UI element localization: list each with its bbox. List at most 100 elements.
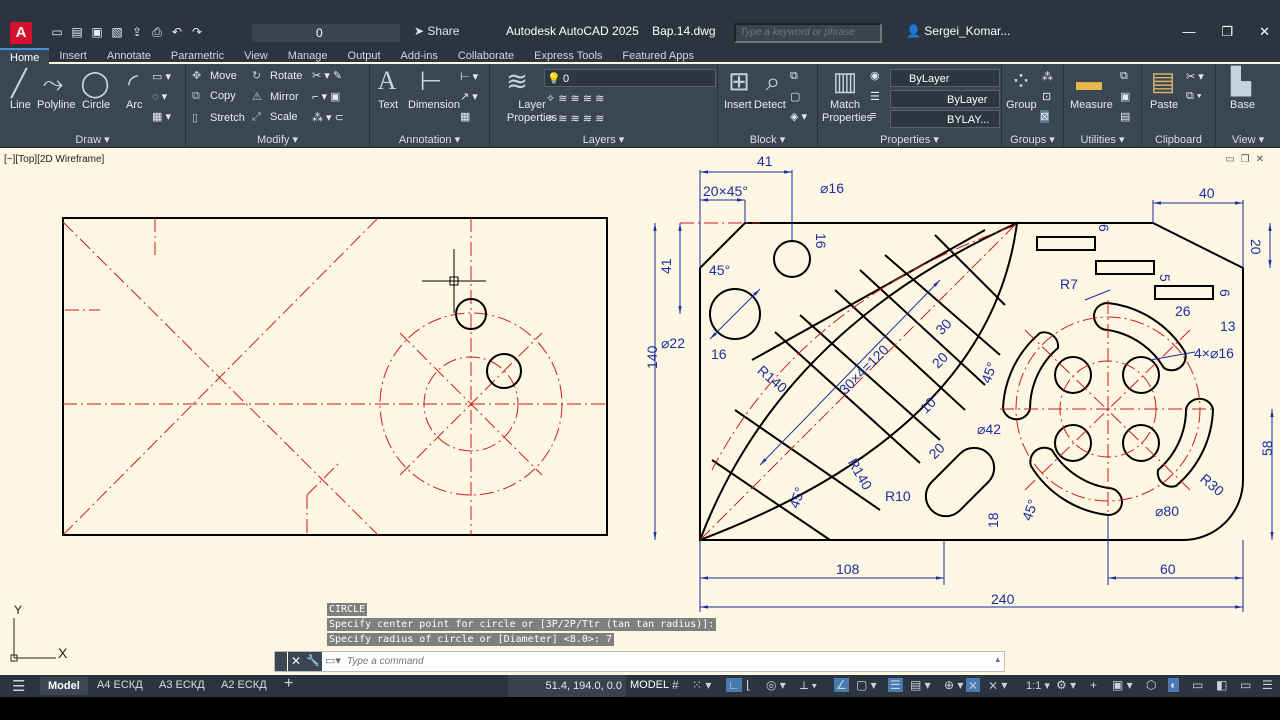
measure-button[interactable]: Measure bbox=[1070, 99, 1113, 111]
array-icon[interactable]: ⁂ ▾ ⊂ bbox=[312, 111, 344, 124]
customize-icon[interactable]: 🔧 bbox=[304, 652, 322, 671]
copy-clip-icon[interactable]: ⧉ ▾ bbox=[1186, 90, 1202, 103]
tab-add-ins[interactable]: Add-ins bbox=[391, 48, 448, 64]
quick-properties-icon[interactable]: ⬡ bbox=[1146, 678, 1156, 692]
arc-icon[interactable]: ◜ bbox=[118, 68, 148, 98]
utility-more-icon[interactable]: ▤ bbox=[1120, 110, 1130, 123]
linetype-icon[interactable]: ☰ bbox=[870, 90, 880, 103]
scale-button[interactable]: ⤢ Scale bbox=[252, 111, 298, 124]
measure-icon[interactable]: ▬ bbox=[1074, 66, 1104, 96]
dimension-button[interactable]: Dimension bbox=[408, 99, 460, 111]
block-panel-title[interactable]: Block ▾ bbox=[718, 133, 817, 146]
color-wheel-icon[interactable]: ◉ bbox=[870, 69, 880, 82]
recent-commands-icon[interactable]: ▭▾ bbox=[325, 654, 341, 667]
line-button[interactable]: Line bbox=[10, 99, 31, 111]
tab-featured-apps[interactable]: Featured Apps bbox=[612, 48, 704, 64]
layout-tab-a4[interactable]: А4 ЕСКД bbox=[97, 679, 143, 691]
clean-screen-icon[interactable]: ▭ bbox=[1240, 678, 1251, 692]
print-icon[interactable]: ⎙ bbox=[150, 25, 164, 39]
undo-icon[interactable]: ↶ bbox=[170, 25, 184, 39]
quick-calc-icon[interactable]: ⧉ bbox=[1120, 70, 1128, 83]
tab-manage[interactable]: Manage bbox=[278, 48, 338, 64]
save-as-icon[interactable]: ▧ bbox=[110, 25, 124, 39]
circle-button[interactable]: Circle bbox=[82, 99, 110, 111]
polyline-button[interactable]: Polyline bbox=[37, 99, 76, 111]
command-bar-grip-icon[interactable] bbox=[275, 652, 287, 671]
lineweight-icon[interactable]: ≡ bbox=[870, 110, 876, 122]
application-menu-button[interactable]: A bbox=[10, 22, 32, 44]
tab-insert[interactable]: Insert bbox=[49, 48, 97, 64]
transparency-icon[interactable]: ▤ ▾ bbox=[910, 678, 931, 692]
insert-block-icon[interactable]: ⊞ bbox=[724, 66, 754, 96]
layer-quick-dropdown[interactable]: 0 bbox=[252, 24, 400, 42]
isodraft-icon[interactable]: ⟂ ▾ bbox=[800, 678, 817, 693]
expand-history-icon[interactable]: ▴ bbox=[995, 654, 1000, 665]
grid-icon[interactable]: # bbox=[672, 678, 679, 692]
help-search-input[interactable] bbox=[734, 23, 882, 43]
osnap-icon[interactable]: ▢ ▾ bbox=[856, 678, 877, 692]
stretch-button[interactable]: ▯ Stretch bbox=[192, 111, 245, 124]
tab-express-tools[interactable]: Express Tools bbox=[524, 48, 612, 64]
group-edit-icon[interactable]: ⊡ bbox=[1042, 90, 1051, 103]
group-button[interactable]: Group bbox=[1006, 99, 1037, 111]
hardware-acceleration-icon[interactable]: ◧ bbox=[1216, 678, 1227, 692]
customization-icon[interactable]: ☰ bbox=[1262, 678, 1273, 692]
circle-icon[interactable]: ◯ bbox=[80, 68, 110, 98]
gradient-icon[interactable]: ▦ ▾ bbox=[152, 110, 171, 123]
minimize-icon[interactable]: — bbox=[1182, 24, 1195, 40]
leader-icon[interactable]: ↗ ▾ bbox=[460, 90, 478, 103]
annotation-visibility-icon[interactable]: ⨯ bbox=[966, 678, 981, 692]
linetype-dropdown[interactable]: ByLayer bbox=[890, 90, 1000, 108]
detect-button[interactable]: Detect bbox=[754, 99, 786, 111]
new-icon[interactable]: ▭ bbox=[50, 25, 64, 39]
redo-icon[interactable]: ↷ bbox=[190, 25, 204, 39]
add-layout-icon[interactable]: + bbox=[284, 675, 293, 693]
modify-panel-title[interactable]: Modify ▾ bbox=[186, 133, 369, 146]
model-space-toggle[interactable]: MODEL bbox=[630, 679, 669, 691]
text-button[interactable]: Text bbox=[378, 99, 398, 111]
utilities-panel-title[interactable]: Utilities ▾ bbox=[1064, 133, 1141, 146]
infer-icon[interactable]: ⌊ bbox=[746, 678, 751, 692]
polar-icon[interactable]: ◎ ▾ bbox=[766, 678, 786, 692]
command-input[interactable] bbox=[347, 653, 967, 670]
color-dropdown[interactable]: ByLayer bbox=[890, 69, 1000, 87]
tab-home[interactable]: Home bbox=[0, 48, 50, 64]
close-command-icon[interactable]: ✕ bbox=[288, 652, 304, 671]
hatch-icon[interactable]: ◌ ▾ bbox=[152, 90, 167, 103]
layout-tab-model[interactable]: Model bbox=[40, 677, 88, 695]
snap-icon[interactable]: ⁙ ▾ bbox=[692, 678, 711, 692]
workspace-gear-icon[interactable]: ⚙ ▾ bbox=[1056, 678, 1076, 692]
fillet-icon[interactable]: ⌐ ▾ ▣ bbox=[312, 90, 340, 103]
layers-panel-title[interactable]: Layers ▾ bbox=[490, 133, 717, 146]
lock-ui-icon[interactable]: ◐ bbox=[1168, 678, 1180, 692]
share-button[interactable]: ➤ Share bbox=[414, 24, 459, 38]
auto-scale-icon[interactable]: ⨯ ▾ bbox=[988, 678, 1007, 692]
id-point-icon[interactable]: ▣ bbox=[1120, 90, 1130, 103]
drawing-canvas[interactable]: 41 20×45° ⌀16 16 40 20 6 6 5 26 13 4×⌀16… bbox=[0, 148, 1280, 675]
linear-dim-icon[interactable]: ⊢ ▾ bbox=[460, 70, 478, 83]
lineweight-dropdown[interactable]: BYLAY... bbox=[890, 110, 1000, 128]
polyline-icon[interactable]: ⤳ bbox=[38, 68, 68, 98]
paste-button[interactable]: Paste bbox=[1150, 99, 1178, 111]
hamburger-menu-icon[interactable]: ☰ bbox=[12, 677, 25, 695]
layer-dropdown[interactable]: 💡 0 bbox=[544, 69, 716, 87]
insert-button[interactable]: Insert bbox=[724, 99, 752, 111]
layout-tab-a2[interactable]: А2 ЕСКД bbox=[221, 679, 267, 691]
move-button[interactable]: ✥ Move bbox=[192, 69, 237, 82]
base-view-icon[interactable]: ▙ bbox=[1226, 66, 1256, 96]
user-account[interactable]: 👤 Sergei_Komar... bbox=[906, 24, 1010, 38]
layer-tools-row-2[interactable]: ✧ ≋ ≋ ≋ ≋ bbox=[546, 112, 604, 125]
paste-icon[interactable]: ▤ bbox=[1148, 66, 1178, 96]
properties-panel-title[interactable]: Properties ▾ bbox=[818, 133, 1001, 146]
dimension-icon[interactable]: ⊢ bbox=[416, 66, 446, 96]
rectangle-icon[interactable]: ▭ ▾ bbox=[152, 70, 171, 83]
line-icon[interactable]: ╱ bbox=[4, 68, 34, 98]
osnap-track-icon[interactable]: ∠ bbox=[834, 678, 849, 692]
layer-properties-icon[interactable]: ≋ bbox=[502, 66, 532, 96]
tab-parametric[interactable]: Parametric bbox=[161, 48, 234, 64]
close-icon[interactable]: ✕ bbox=[1259, 24, 1270, 40]
annotation-scale[interactable]: 1:1 ▾ bbox=[1026, 679, 1050, 692]
annotation-panel-title[interactable]: Annotation ▾ bbox=[370, 133, 489, 146]
block-attr-icon[interactable]: ◈ ▾ bbox=[790, 110, 807, 123]
block-edit-icon[interactable]: ⧉ bbox=[790, 70, 798, 83]
